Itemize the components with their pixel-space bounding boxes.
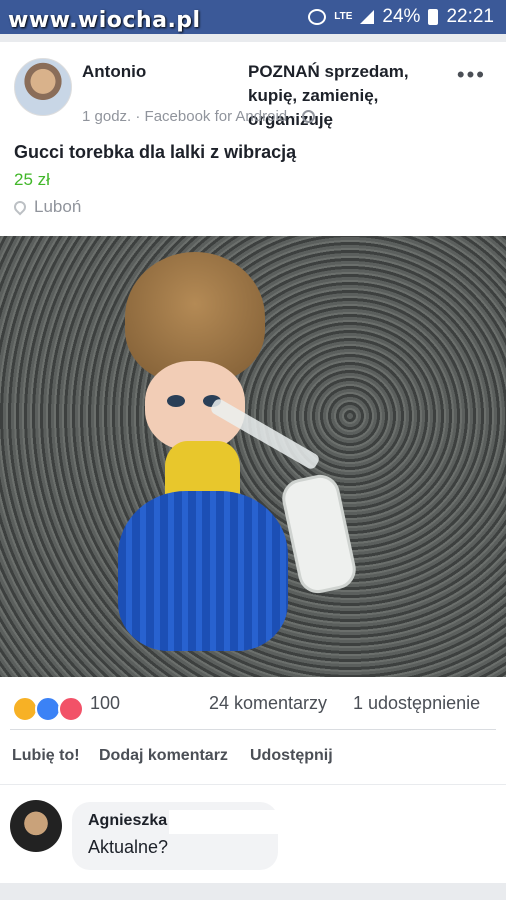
reactions-bar: 100 24 komentarzy 1 udostępnienie Lubię … <box>0 677 506 784</box>
lte-label: LTE <box>334 11 353 22</box>
share-count[interactable]: 1 udostępnienie <box>353 693 480 714</box>
more-options-icon[interactable]: ••• <box>457 62 486 88</box>
post-photo[interactable] <box>0 236 506 677</box>
comment-section: Agnieszka Aktualne? <box>0 785 506 883</box>
status-icons: LTE 24% 22:21 <box>308 6 494 28</box>
divider <box>10 729 496 730</box>
post-header: Antonio POZNAŃ sprzedam, kupię, zamienię… <box>82 60 438 129</box>
status-bar: www.wiocha.pl LTE 24% 22:21 <box>0 0 506 34</box>
location-pin-icon <box>11 198 29 216</box>
doll-eye <box>167 395 185 407</box>
signal-icon <box>360 10 375 24</box>
doll-skirt <box>118 491 288 651</box>
share-button[interactable]: Udostępnij <box>250 747 333 765</box>
globe-icon <box>302 110 316 123</box>
post-card: Antonio POZNAŃ sprzedam, kupię, zamienię… <box>0 42 506 677</box>
comment-button[interactable]: Dodaj komentarz <box>99 747 228 765</box>
listing-location: Luboń <box>11 197 82 217</box>
author-avatar[interactable] <box>14 58 72 116</box>
location-text: Luboń <box>34 197 82 216</box>
author-name[interactable]: Antonio <box>82 62 146 81</box>
comment-count[interactable]: 24 komentarzy <box>209 693 327 714</box>
comment-text: Aktualne? <box>88 837 169 857</box>
redacted-surname <box>169 810 279 834</box>
watermark: www.wiocha.pl <box>8 8 201 33</box>
toy-bag <box>278 471 360 597</box>
like-button[interactable]: Lubię to! <box>12 747 80 765</box>
commenter-avatar[interactable] <box>10 800 62 852</box>
listing-title: Gucci torebka dla lalki z wibracją <box>14 142 297 162</box>
comment-bubble: Agnieszka Aktualne? <box>72 802 279 870</box>
alarm-icon <box>308 9 327 25</box>
battery-icon <box>428 9 439 25</box>
post-meta: 1 godz. · Facebook for Android · <box>82 108 316 125</box>
clock: 22:21 <box>446 6 494 27</box>
post-meta-text: 1 godz. · Facebook for Android · <box>82 108 297 125</box>
listing-price: 25 zł <box>14 170 50 189</box>
reaction-count[interactable]: 100 <box>90 693 120 714</box>
commenter-name[interactable]: Agnieszka <box>88 812 167 830</box>
love-reaction-icon[interactable] <box>58 696 84 722</box>
battery-percent: 24% <box>382 6 421 27</box>
